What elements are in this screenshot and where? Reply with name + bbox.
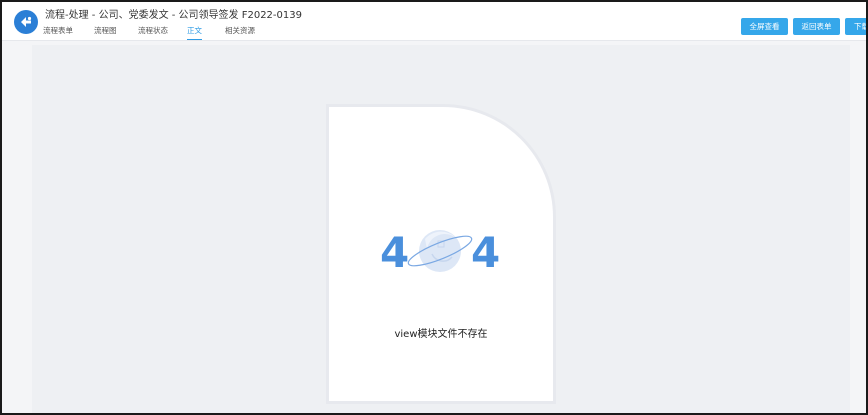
app-window: 流程-处理 - 公司、党委发文 - 公司领导签发 F2022-0139 流程表单… [0, 0, 868, 415]
document-page: 4 4 view模块文件不存在 [329, 107, 553, 401]
app-logo-icon [14, 10, 38, 34]
error-404-illustration: 4 4 [380, 228, 500, 277]
error-message: view模块文件不存在 [394, 329, 488, 340]
tab-process-status[interactable]: 流程状态 [138, 25, 168, 39]
tab-flowchart[interactable]: 流程图 [94, 25, 117, 39]
download-button[interactable]: 下载 [845, 18, 866, 35]
error-code-left: 4 [380, 228, 409, 277]
tab-body-text[interactable]: 正文 [187, 25, 202, 40]
tab-process-form[interactable]: 流程表单 [43, 25, 73, 39]
document-viewer: 4 4 view模块文件不存在 [32, 45, 850, 413]
top-bar: 流程-处理 - 公司、党委发文 - 公司领导签发 F2022-0139 流程表单… [2, 2, 866, 41]
tab-related-resources[interactable]: 相关资源 [225, 25, 255, 39]
page-title: 流程-处理 - 公司、党委发文 - 公司领导签发 F2022-0139 [45, 10, 302, 21]
fullscreen-view-button[interactable]: 全屏查看 [741, 18, 788, 35]
planet-icon [407, 230, 473, 272]
error-code-right: 4 [471, 228, 500, 277]
content-area: 4 4 view模块文件不存在 [2, 41, 866, 413]
back-to-form-button[interactable]: 返回表单 [793, 18, 840, 35]
